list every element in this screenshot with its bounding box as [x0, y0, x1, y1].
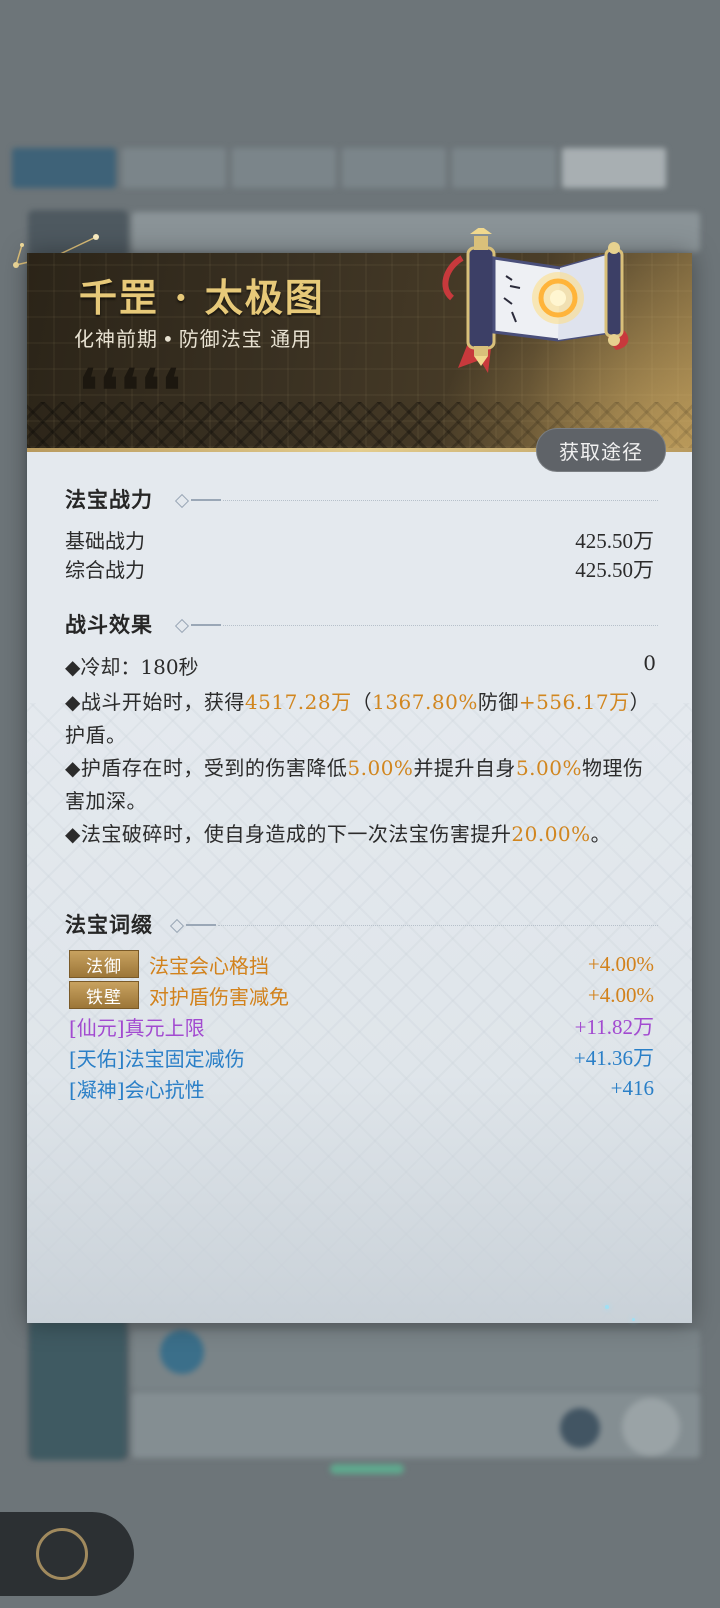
treasure-detail-card: 千罡 · 太极图 化神前期 • 防御法宝 通用 ❛ ❛ ❛ ❛ ❛ 获取途径 法宝战…	[27, 253, 692, 1323]
background-tab	[12, 148, 116, 188]
effect-text: 防御	[477, 690, 519, 714]
affix-name: 对护盾伤害减免	[149, 984, 289, 1009]
affix-tag: 法御	[69, 950, 139, 978]
background-tab	[342, 148, 446, 188]
power-section-title: 法宝战力	[65, 487, 153, 512]
back-button-icon	[36, 1528, 88, 1580]
background-circle	[560, 1408, 600, 1448]
affix-name: [天佑]法宝固定减伤	[69, 1046, 245, 1071]
effect-battle-start: ◆战斗开始时，获得4517.28万（1367.80%防御+556.17万）护盾。	[65, 686, 656, 752]
quote-mark-icon: ❛	[99, 357, 119, 425]
item-realm: 化神前期	[74, 327, 158, 351]
background-tab	[122, 148, 226, 188]
background-circle	[160, 1330, 204, 1374]
effect-text: ◆战斗开始时，获得	[65, 690, 245, 714]
sparkle-decoration	[632, 1318, 635, 1321]
affix-name: [凝神]会心抗性	[69, 1077, 205, 1102]
effect-text: 并提升自身	[413, 756, 516, 780]
effect-value: 5.00%	[347, 756, 414, 780]
quality-marks: ❛ ❛ ❛ ❛ ❛	[79, 357, 181, 425]
affix-row: 法御 法宝会心格挡 +4.00%	[69, 949, 654, 979]
stat-value: 425.50万	[575, 529, 654, 553]
effect-value: 4517.28万	[244, 690, 352, 714]
effect-value: +556.17万	[518, 690, 630, 714]
cooldown-label: ◆冷却：180秒	[65, 655, 199, 679]
quote-mark-icon: ❛	[79, 357, 98, 425]
background-indicator	[330, 1464, 404, 1474]
effect-break: ◆法宝破碎时，使自身造成的下一次法宝伤害提升20.00%。	[65, 818, 656, 851]
affix-section-title: 法宝词缀	[65, 912, 153, 937]
affix-value: +4.00%	[587, 982, 654, 1007]
background-tab	[452, 148, 556, 188]
background-left-panel	[30, 1320, 126, 1460]
affix-value: +41.36万	[573, 1046, 654, 1070]
sparkle-decoration	[605, 1305, 609, 1309]
subtitle-separator: •	[162, 327, 175, 351]
section-rule	[174, 493, 658, 509]
stat-value: 425.50万	[575, 558, 654, 582]
quote-mark-icon: ❛	[141, 357, 160, 425]
affix-row: [仙元]真元上限 +11.82万	[69, 1011, 654, 1041]
stat-label: 基础战力	[65, 529, 145, 553]
affix-row: [天佑]法宝固定减伤 +41.36万	[69, 1042, 654, 1072]
background-tabs	[12, 148, 706, 192]
affix-value: +11.82万	[574, 1015, 654, 1039]
quote-mark-icon: ❛	[161, 357, 181, 425]
item-usage: 通用	[270, 327, 313, 351]
affix-row: [凝神]会心抗性 +416	[69, 1073, 654, 1103]
acquire-source-button[interactable]: 获取途径	[536, 428, 666, 472]
effect-text: 。	[590, 822, 612, 846]
background-row	[132, 1330, 700, 1390]
effect-text: ◆护盾存在时，受到的伤害降低	[65, 756, 348, 780]
affix-tag: 铁壁	[69, 981, 139, 1009]
item-name: 千罡 · 太极图	[79, 275, 325, 320]
effect-value: 20.00%	[511, 822, 591, 846]
item-subtitle: 化神前期 • 防御法宝 通用	[74, 323, 312, 352]
affix-value: +4.00%	[587, 951, 654, 976]
effect-value: 1367.80%	[372, 690, 478, 714]
quote-mark-icon: ❛	[120, 357, 140, 425]
total-power-row: 综合战力 425.50万	[65, 554, 654, 582]
background-circle	[622, 1398, 680, 1456]
taiji-scroll-icon	[442, 228, 629, 373]
item-type: 防御法宝	[178, 327, 263, 351]
combat-section-title: 战斗效果	[65, 612, 153, 637]
cooldown-value: 0	[643, 651, 656, 675]
section-rule	[174, 618, 658, 634]
background-tab	[562, 148, 666, 188]
affix-row: 铁壁 对护盾伤害减免 +4.00%	[69, 980, 654, 1010]
background-row	[132, 1392, 700, 1458]
effect-text: （	[351, 690, 373, 714]
cooldown-row: ◆冷却：180秒 0	[65, 651, 656, 680]
affix-name: 法宝会心格挡	[149, 953, 269, 978]
affix-name: [仙元]真元上限	[69, 1015, 205, 1040]
effect-text: ◆法宝破碎时，使自身造成的下一次法宝伤害提升	[65, 822, 512, 846]
stat-label: 综合战力	[65, 558, 145, 582]
background-tab	[232, 148, 336, 188]
base-power-row: 基础战力 425.50万	[65, 525, 654, 553]
effect-shield: ◆护盾存在时，受到的伤害降低5.00%并提升自身5.00%物理伤害加深。	[65, 752, 656, 818]
section-rule	[169, 918, 658, 934]
effect-value: 5.00%	[515, 756, 582, 780]
affix-value: +416	[610, 1075, 654, 1100]
